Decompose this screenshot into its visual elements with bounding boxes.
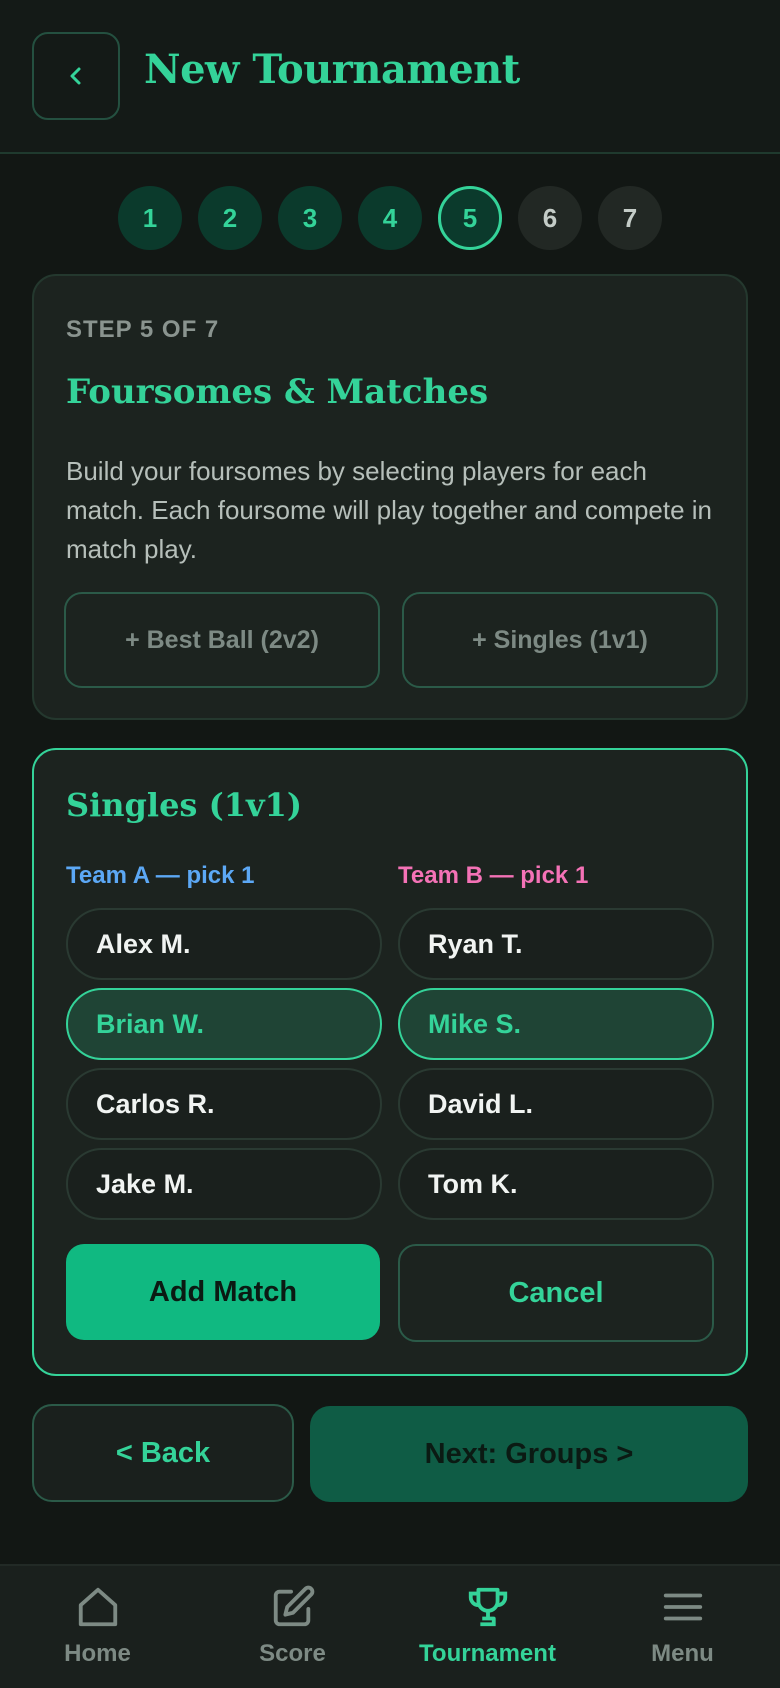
step-2[interactable]: 2: [198, 186, 262, 250]
match-builder-card: Singles (1v1) Team A — pick 1 Team B — p…: [32, 748, 748, 1376]
home-icon: [78, 1587, 117, 1627]
tab-tournament-label: Tournament: [419, 1640, 556, 1667]
team-a-player-carlos[interactable]: Carlos R.: [66, 1068, 382, 1140]
step-6[interactable]: 6: [518, 186, 582, 250]
team-b-player-david[interactable]: David L.: [398, 1068, 714, 1140]
match-type-title: Singles (1v1): [66, 786, 302, 824]
back-button[interactable]: [32, 32, 120, 120]
step-7[interactable]: 7: [598, 186, 662, 250]
team-a-player-jake[interactable]: Jake M.: [66, 1148, 382, 1220]
step-indicator: 1 2 3 4 5 6 7: [0, 186, 780, 250]
app-header: New Tournament: [0, 0, 780, 154]
step-intro-card: STEP 5 OF 7 Foursomes & Matches Build yo…: [32, 274, 748, 720]
trophy-icon: [468, 1587, 507, 1627]
step-4[interactable]: 4: [358, 186, 422, 250]
next-step-button[interactable]: Next: Groups >: [310, 1406, 748, 1502]
team-b-player-tom[interactable]: Tom K.: [398, 1148, 714, 1220]
team-b-label: Team B — pick 1: [398, 862, 589, 889]
tab-score-label: Score: [259, 1640, 326, 1667]
previous-step-button[interactable]: < Back: [32, 1404, 294, 1502]
tab-home[interactable]: Home: [0, 1566, 195, 1688]
tab-score[interactable]: Score: [195, 1566, 390, 1688]
section-title: Foursomes & Matches: [66, 372, 489, 412]
tab-menu-label: Menu: [651, 1640, 714, 1667]
tab-menu[interactable]: Menu: [585, 1566, 780, 1688]
tab-tournament-active[interactable]: Tournament: [390, 1566, 585, 1688]
bottom-tab-bar: Home Score Tournament Menu: [0, 1564, 780, 1688]
step-eyebrow: STEP 5 OF 7: [66, 316, 220, 343]
edit-icon: [273, 1585, 314, 1627]
step-1[interactable]: 1: [118, 186, 182, 250]
chevron-left-icon: [70, 67, 81, 85]
team-b-player-ryan[interactable]: Ryan T.: [398, 908, 714, 980]
team-a-player-brian-selected[interactable]: Brian W.: [66, 988, 382, 1060]
tab-home-label: Home: [64, 1640, 131, 1667]
add-match-button[interactable]: Add Match: [66, 1244, 380, 1340]
step-3[interactable]: 3: [278, 186, 342, 250]
add-singles-button[interactable]: + Singles (1v1): [402, 592, 718, 688]
step-5-current[interactable]: 5: [438, 186, 502, 250]
section-description: Build your foursomes by selecting player…: [66, 456, 713, 564]
add-best-ball-button[interactable]: + Best Ball (2v2): [64, 592, 380, 688]
cancel-button[interactable]: Cancel: [398, 1244, 714, 1342]
team-a-label: Team A — pick 1: [66, 862, 255, 889]
page-title: New Tournament: [144, 46, 520, 93]
menu-icon: [663, 1593, 702, 1621]
team-a-player-alex[interactable]: Alex M.: [66, 908, 382, 980]
team-b-player-mike-selected[interactable]: Mike S.: [398, 988, 714, 1060]
